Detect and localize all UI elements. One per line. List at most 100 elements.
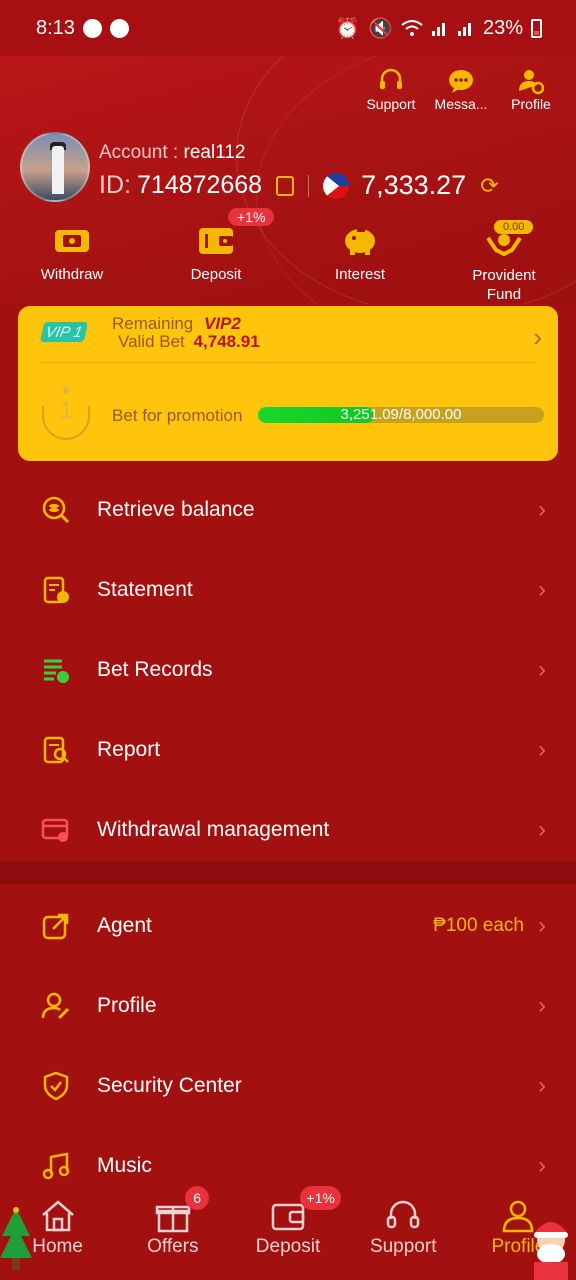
christmas-tree-icon xyxy=(0,1207,32,1270)
chevron-right-icon: › xyxy=(538,576,546,603)
status-bar: 8:13 ⏰ 🔇 23% xyxy=(0,0,576,56)
offers-count-badge: 6 xyxy=(185,1186,210,1210)
menu-music-label: Music xyxy=(97,1154,152,1177)
menu-report-label: Report xyxy=(97,738,161,761)
chevron-right-icon: › xyxy=(538,992,546,1019)
profile-header: Support Messa... Profile Account : real1… xyxy=(0,56,576,304)
headset-tab-icon xyxy=(385,1198,421,1234)
chevron-right-icon: › xyxy=(533,322,542,352)
valid-bet-label: Valid Bet xyxy=(118,332,185,351)
vip-level-badge: VIP 1 xyxy=(39,322,89,342)
report-icon xyxy=(40,734,72,766)
rank-medal-icon: ★ 1 xyxy=(38,382,94,446)
menu-withdrawal-management[interactable]: Withdrawal management › xyxy=(0,790,576,870)
menu-group-1: Retrieve balance › Statement › Bet Recor… xyxy=(0,470,576,870)
menu-bet-records-label: Bet Records xyxy=(97,658,213,681)
vip-card[interactable]: VIP 1 Remaining VIP2 Valid Bet 4,748.91 … xyxy=(18,306,558,461)
medal-star: ★ xyxy=(59,382,73,398)
withdrawal-management-icon xyxy=(40,814,72,846)
status-time: 8:13 xyxy=(36,16,75,39)
vip-divider xyxy=(40,362,536,363)
philippines-flag-icon xyxy=(323,172,350,199)
menu-bet-records[interactable]: Bet Records › xyxy=(0,630,576,710)
chevron-right-icon: › xyxy=(538,496,546,523)
provident-fund-badge: 0.00 xyxy=(494,220,534,234)
valid-bet-value: 4,748.91 xyxy=(193,332,260,351)
menu-withdrawal-management-label: Withdrawal management xyxy=(97,818,330,841)
mute-icon: 🔇 xyxy=(368,17,393,40)
user-edit-icon xyxy=(40,990,72,1022)
header-support-button[interactable]: Support xyxy=(356,66,426,112)
quick-deposit-button[interactable]: +1% Deposit xyxy=(144,208,288,304)
copy-icon[interactable] xyxy=(276,175,295,196)
agent-reward-text: ₱100 each xyxy=(433,915,524,936)
home-icon xyxy=(40,1198,76,1234)
avatar[interactable] xyxy=(20,132,90,202)
vip-remaining: Remaining VIP2 Valid Bet 4,748.91 xyxy=(112,315,260,351)
chat-notification-icon xyxy=(82,18,102,38)
account-notification-icon xyxy=(109,18,129,38)
id-divider xyxy=(308,174,310,197)
menu-retrieve-balance[interactable]: Retrieve balance › xyxy=(0,470,576,550)
tab-offers-label: Offers xyxy=(147,1236,199,1257)
balance-value: 7,333.27 xyxy=(361,170,467,200)
quick-interest-label: Interest xyxy=(334,266,386,283)
lighthouse-tower xyxy=(52,146,64,194)
promo-progress-bar: 3,251.09/8,000.00 xyxy=(258,407,544,423)
id-balance-line: ID: 714872668 7,333.27 ⟳ xyxy=(99,170,499,201)
quick-actions: Withdraw +1% Deposit Interest 0.00 Provi… xyxy=(0,208,576,304)
quick-withdraw-button[interactable]: Withdraw xyxy=(0,220,144,304)
share-icon xyxy=(40,910,72,942)
music-icon xyxy=(40,1150,72,1182)
menu-retrieve-balance-label: Retrieve balance xyxy=(97,498,255,521)
deposit-tab-badge: +1% xyxy=(300,1186,341,1210)
progress-text: 3,251.09/8,000.00 xyxy=(340,407,462,423)
id-label: ID: xyxy=(99,171,131,199)
refresh-icon[interactable]: ⟳ xyxy=(480,173,498,199)
menu-agent-label: Agent xyxy=(97,914,152,937)
signal-icon xyxy=(431,23,445,36)
quick-provident-fund-button[interactable]: 0.00 Provident Fund xyxy=(432,220,576,304)
alarm-icon: ⏰ xyxy=(335,17,361,40)
header-messages-button[interactable]: Messa... xyxy=(426,66,496,112)
header-profile-label: Profile xyxy=(511,96,551,112)
header-actions: Support Messa... Profile xyxy=(356,66,566,112)
quick-interest-button[interactable]: Interest xyxy=(288,220,432,304)
menu-report[interactable]: Report › xyxy=(0,710,576,790)
deposit-bonus-badge: +1% xyxy=(228,208,275,226)
menu-agent[interactable]: Agent ₱100 each › xyxy=(0,886,576,966)
menu-group-2: Agent ₱100 each › Profile › Security Cen… xyxy=(0,886,576,1206)
statement-icon xyxy=(40,574,72,606)
menu-profile[interactable]: Profile › xyxy=(0,966,576,1046)
tab-deposit[interactable]: +1% Deposit xyxy=(230,1186,345,1280)
chevron-right-icon: › xyxy=(538,736,546,763)
shield-check-icon xyxy=(40,1070,72,1102)
menu-statement-label: Statement xyxy=(97,578,193,601)
quick-withdraw-label: Withdraw xyxy=(40,266,104,283)
account-line: Account : real112 xyxy=(99,142,245,164)
account-label: Account : xyxy=(99,142,179,163)
section-divider xyxy=(0,862,576,884)
quick-provident-fund-label: Provident Fund xyxy=(472,267,536,303)
id-value: 714872668 xyxy=(136,171,263,199)
menu-security-center[interactable]: Security Center › xyxy=(0,1046,576,1126)
promo-label: Bet for promotion xyxy=(112,406,243,425)
battery-icon xyxy=(531,18,542,38)
tab-support[interactable]: Support xyxy=(346,1186,461,1280)
wifi-icon xyxy=(401,20,423,36)
chevron-right-icon: › xyxy=(538,816,546,843)
piggy-bank-icon xyxy=(340,220,380,260)
battery-percent: 23% xyxy=(482,16,523,39)
quick-deposit-label: Deposit xyxy=(190,266,242,283)
chevron-right-icon: › xyxy=(538,1072,546,1099)
menu-statement[interactable]: Statement › xyxy=(0,550,576,630)
bottom-tab-bar: Home 6 Offers +1% Deposit Support Profil… xyxy=(0,1186,576,1280)
headset-icon xyxy=(377,66,405,96)
next-vip-level: VIP2 xyxy=(204,314,241,333)
header-profile-button[interactable]: Profile xyxy=(496,66,566,112)
wallet-icon xyxy=(197,220,235,260)
medal-wreath xyxy=(42,406,90,440)
tab-support-label: Support xyxy=(369,1236,437,1257)
retrieve-balance-icon xyxy=(40,494,72,526)
tab-offers[interactable]: 6 Offers xyxy=(115,1186,230,1280)
